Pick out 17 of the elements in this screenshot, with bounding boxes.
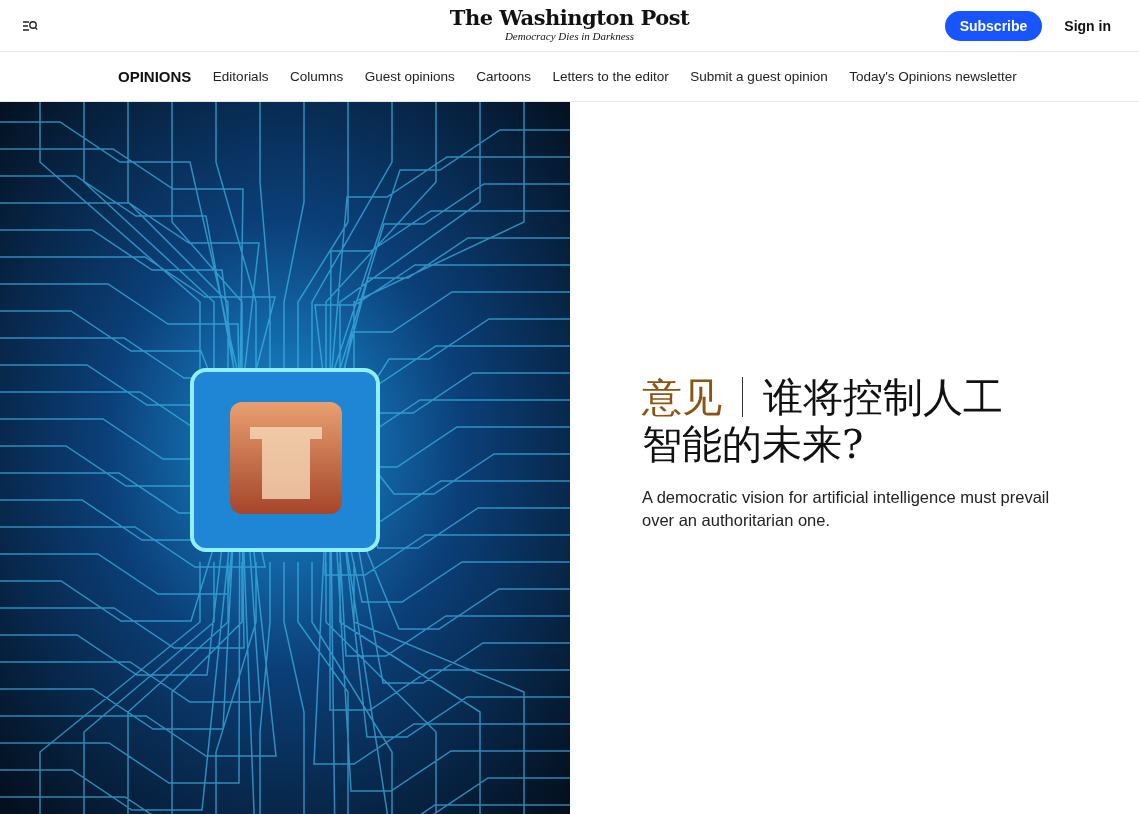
headline-line: 智能的未来? bbox=[642, 421, 864, 467]
nav-link[interactable]: Letters to the editor bbox=[552, 69, 669, 84]
logo[interactable]: The Washington Post bbox=[449, 6, 690, 30]
section-link[interactable]: OPINIONS bbox=[118, 68, 192, 85]
nav-link[interactable]: Columns bbox=[289, 69, 344, 84]
nav-link[interactable]: Cartoons bbox=[476, 69, 531, 84]
sign-in-button[interactable]: Sign in bbox=[1064, 13, 1111, 38]
tagline: Democracy Dies in Darkness bbox=[504, 30, 635, 42]
article-dek: A democratic vision for artificial intelligence must prevail over an authoritarian one. bbox=[642, 487, 1051, 531]
nav-link[interactable]: Today's Opinions newsletter bbox=[849, 69, 1017, 84]
menu-search-icon[interactable] bbox=[22, 18, 38, 33]
nav-link[interactable]: Guest opinions bbox=[364, 69, 455, 84]
nav-link[interactable]: Submit a guest opinion bbox=[690, 69, 828, 84]
headline-line: 谁将控制人工 bbox=[763, 374, 1003, 420]
subscribe-button[interactable]: Subscribe bbox=[944, 10, 1043, 41]
nav-link[interactable]: Editorials bbox=[212, 69, 269, 84]
kicker: 意见 bbox=[642, 374, 722, 420]
